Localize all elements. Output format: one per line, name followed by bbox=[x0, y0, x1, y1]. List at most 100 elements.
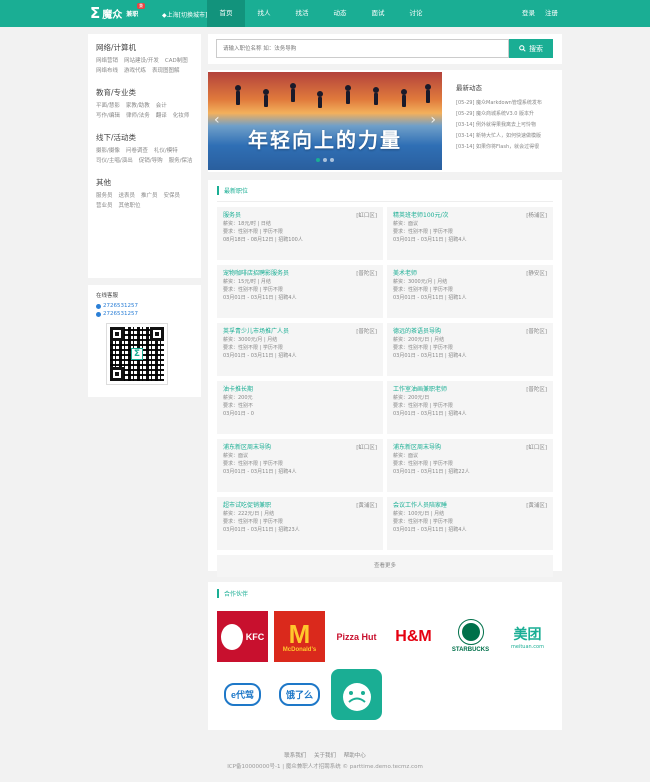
category-link[interactable]: 营业员 bbox=[96, 203, 113, 210]
job-card[interactable]: 超市试吃促销兼职 [黄浦区] 薪资：222元/日 | 月结 要求：性别不限 | 学历不… bbox=[217, 497, 383, 550]
job-card[interactable]: 英孚青少儿市场推广人员 [普陀区] 薪资：3000元/月 | 月结 要求：性别不限 |… bbox=[217, 323, 383, 376]
register-link[interactable]: 注册 bbox=[545, 0, 558, 27]
job-card[interactable]: 浦东新区周末导购 [虹口区] 薪资：面议 要求：性别不限 | 学历不限 03月01日 -… bbox=[387, 439, 553, 492]
job-title[interactable]: 精英班老师100元/次 bbox=[393, 211, 547, 220]
job-card[interactable]: 德远的茶语员导购 [普陀区] 薪资：200元/日 | 月结 要求：性别不限 | 学历不… bbox=[387, 323, 553, 376]
job-title[interactable]: 美术老师 bbox=[393, 269, 547, 278]
job-title[interactable]: 服务员 bbox=[223, 211, 377, 220]
job-title[interactable]: 德远的茶语员导购 bbox=[393, 327, 547, 336]
category-title[interactable]: 其他 bbox=[96, 177, 193, 188]
category-link[interactable]: 平面/慧影 bbox=[96, 103, 120, 110]
nav-find-people[interactable]: 找人 bbox=[245, 0, 283, 27]
category-link[interactable]: 网络布线 bbox=[96, 68, 118, 75]
job-card[interactable]: 油卡推长期 薪资：200元 要求：性别不 03月01日 - 0 bbox=[217, 381, 383, 434]
category-title[interactable]: 线下/活动类 bbox=[96, 132, 193, 143]
qq-contact[interactable]: 2726531257 bbox=[96, 310, 193, 318]
job-title[interactable]: 会议工作人员陪家睡 bbox=[393, 501, 547, 510]
job-title[interactable]: 宠物咖啡店招聘影服务员 bbox=[223, 269, 377, 278]
job-title[interactable]: 超市试吃促销兼职 bbox=[223, 501, 377, 510]
news-item[interactable]: [05-29] 魔众商城系统V3.0 版本升 bbox=[456, 109, 556, 120]
search-button[interactable]: 搜索 bbox=[509, 39, 553, 58]
banner-dot[interactable] bbox=[323, 158, 327, 162]
category-link[interactable]: 摄影/摄像 bbox=[96, 148, 120, 155]
news-item[interactable]: [03-14] 如果你将Flash，就会过得很 bbox=[456, 142, 556, 153]
partner-logo[interactable]: e代驾 bbox=[217, 669, 268, 720]
nav-home[interactable]: 首页 bbox=[207, 0, 245, 27]
job-title[interactable]: 工作室油画兼职老师 bbox=[393, 385, 547, 394]
login-link[interactable]: 登录 bbox=[522, 0, 535, 27]
category-link[interactable]: 网站建设/开发 bbox=[124, 58, 159, 65]
category-link[interactable]: 礼仪/模特 bbox=[154, 148, 178, 155]
job-title[interactable]: 浦东新区周末导购 bbox=[393, 443, 547, 452]
news-item[interactable]: [03-14] 例外就得果我离去上可怜物 bbox=[456, 120, 556, 131]
category-link[interactable]: 推广员 bbox=[141, 193, 158, 200]
partner-logo-text: 美团 bbox=[513, 625, 542, 642]
category-link[interactable]: 服务员 bbox=[96, 193, 113, 200]
partner-logo[interactable]: KFC bbox=[217, 611, 268, 662]
category-link[interactable]: 律师/法务 bbox=[126, 113, 150, 120]
partner-logo[interactable] bbox=[331, 669, 382, 720]
category-link[interactable]: 司仪/主唱/演出 bbox=[96, 158, 133, 165]
partner-logo[interactable]: STARBUCKS bbox=[445, 611, 496, 662]
partner-logo[interactable]: H&M bbox=[388, 611, 439, 662]
category-link[interactable]: 翻译 bbox=[156, 113, 167, 120]
load-more-button[interactable]: 查看更多 bbox=[217, 555, 553, 577]
qq-contact[interactable]: 2726531257 bbox=[96, 302, 193, 310]
category-link[interactable]: 写作/编辑 bbox=[96, 113, 120, 120]
job-requirements: 要求：性别不限 | 学历不限 bbox=[223, 229, 283, 235]
job-card[interactable]: 浦东新区周末导购 [虹口区] 薪资：面议 要求：性别不限 | 学历不限 03月01日 -… bbox=[217, 439, 383, 492]
footer-link-contact[interactable]: 联系我们 bbox=[284, 753, 306, 759]
job-card[interactable]: 工作室油画兼职老师 [普陀区] 薪资：200元/日 要求：性别不限 | 学历不限 03月… bbox=[387, 381, 553, 434]
category-link[interactable]: 送表员 bbox=[119, 193, 136, 200]
job-date: 03月01日 - 03月11日 | 招聘4人 bbox=[223, 353, 297, 359]
chat-icon bbox=[96, 311, 101, 317]
news-item[interactable]: [03-14] 新特大忙人，如何快速做模版 bbox=[456, 131, 556, 142]
job-pay: 薪资：面议 bbox=[393, 221, 419, 227]
banner-prev-icon[interactable]: ‹ bbox=[214, 112, 220, 128]
news-item[interactable]: [05-29] 魔众Markdown管理系统发布 bbox=[456, 98, 556, 109]
category-link[interactable]: 表现图图解 bbox=[152, 68, 180, 75]
nav-find-jobs[interactable]: 找活 bbox=[283, 0, 321, 27]
banner-dot[interactable] bbox=[330, 158, 334, 162]
partner-logo[interactable]: M McDonald's bbox=[274, 611, 325, 662]
partner-logo[interactable]: 美团 meituan.com bbox=[502, 611, 553, 662]
category-link[interactable]: 会计 bbox=[156, 103, 167, 110]
nav-interview[interactable]: 面试 bbox=[359, 0, 397, 27]
category-link[interactable]: 其他职位 bbox=[119, 203, 141, 210]
category-link[interactable]: 家教/助教 bbox=[126, 103, 150, 110]
site-logo[interactable]: Σ 魔众 兼职 兼 bbox=[90, 3, 145, 22]
city-switcher[interactable]: ◆上海[切换城市] bbox=[162, 10, 207, 19]
category-link[interactable]: 服务/保洁 bbox=[169, 158, 193, 165]
banner-carousel[interactable]: ‹ › 年轻向上的力量 bbox=[208, 72, 442, 170]
job-title[interactable]: 油卡推长期 bbox=[223, 385, 377, 394]
search-input[interactable] bbox=[216, 39, 509, 58]
job-date: 03月01日 - 03月11日 | 招聘4人 bbox=[393, 353, 467, 359]
partner-logo[interactable]: 饿了么 bbox=[274, 669, 325, 720]
job-area: [杨浦区] bbox=[526, 213, 547, 219]
nav-discussion[interactable]: 讨论 bbox=[397, 0, 435, 27]
job-card[interactable]: 宠物咖啡店招聘影服务员 [普陀区] 薪资：15元/时 | 月结 要求：性别不限 | 学… bbox=[217, 265, 383, 318]
category-link[interactable]: 化妆师 bbox=[173, 113, 190, 120]
job-card[interactable]: 服务员 [虹口区] 薪资：18元/时 | 日结 要求：性别不限 | 学历不限 08月18… bbox=[217, 207, 383, 260]
category-link[interactable]: 游戏代练 bbox=[124, 68, 146, 75]
job-card[interactable]: 会议工作人员陪家睡 [黄浦区] 薪资：100元/日 | 月结 要求：性别不限 | 学历… bbox=[387, 497, 553, 550]
footer-link-help[interactable]: 帮助中心 bbox=[344, 753, 366, 759]
nav-news[interactable]: 动态 bbox=[321, 0, 359, 27]
banner-silhouettes bbox=[235, 83, 431, 108]
category-link[interactable]: CAD制图 bbox=[165, 58, 188, 65]
category-link[interactable]: 安保员 bbox=[164, 193, 181, 200]
category-title[interactable]: 教育/专业类 bbox=[96, 87, 193, 98]
job-title[interactable]: 英孚青少儿市场推广人员 bbox=[223, 327, 377, 336]
banner-dot[interactable] bbox=[316, 158, 320, 162]
job-card[interactable]: 精英班老师100元/次 [杨浦区] 薪资：面议 要求：性别不限 | 学历不限 03月01… bbox=[387, 207, 553, 260]
banner-next-icon[interactable]: › bbox=[430, 112, 436, 128]
partner-logo[interactable]: Pizza Hut bbox=[331, 611, 382, 662]
category-link[interactable]: 网络营销 bbox=[96, 58, 118, 65]
category-link[interactable]: 问卷调查 bbox=[126, 148, 148, 155]
footer-link-about[interactable]: 关于我们 bbox=[314, 753, 336, 759]
job-title[interactable]: 浦东新区周末导购 bbox=[223, 443, 377, 452]
category-title[interactable]: 网络/计算机 bbox=[96, 42, 193, 53]
news-title: 最新动态 bbox=[456, 84, 482, 92]
category-link[interactable]: 促销/导购 bbox=[139, 158, 163, 165]
job-card[interactable]: 美术老师 [静安区] 薪资：3000元/月 | 月结 要求：性别不限 | 学历不限 03… bbox=[387, 265, 553, 318]
